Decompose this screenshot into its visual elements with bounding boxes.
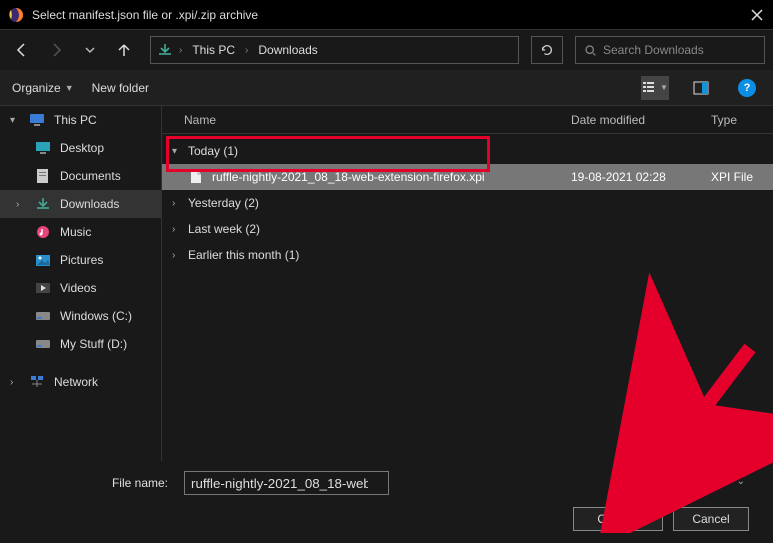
new-folder-button[interactable]: New folder [92, 81, 149, 95]
music-icon [34, 224, 52, 240]
firefox-icon [8, 7, 24, 23]
refresh-button[interactable] [531, 36, 563, 64]
chevron-right-icon: › [16, 199, 26, 210]
filename-input[interactable] [184, 471, 389, 495]
group-earlier-month[interactable]: › Earlier this month (1) [162, 242, 773, 268]
group-last-week[interactable]: › Last week (2) [162, 216, 773, 242]
chevron-down-icon: ▾ [172, 146, 182, 157]
file-row[interactable]: ruffle-nightly-2021_08_18-web-extension-… [162, 164, 773, 190]
preview-pane-button[interactable] [687, 76, 715, 100]
group-today[interactable]: ▾ Today (1) [162, 138, 773, 164]
up-button[interactable] [110, 36, 138, 64]
chevron-down-icon[interactable]: ⌄ [737, 476, 745, 487]
file-icon [186, 170, 206, 184]
sidebar-network[interactable]: › Network [0, 368, 161, 396]
sidebar-item-documents[interactable]: Documents [0, 162, 161, 190]
file-date: 19-08-2021 02:28 [571, 170, 711, 184]
sidebar-item-music[interactable]: Music [0, 218, 161, 246]
column-name[interactable]: Name [162, 113, 571, 127]
pictures-icon [34, 252, 52, 268]
group-yesterday[interactable]: › Yesterday (2) [162, 190, 773, 216]
sidebar-item-label: This PC [54, 113, 97, 127]
videos-icon [34, 280, 52, 296]
search-box[interactable] [575, 36, 765, 64]
column-headers[interactable]: Name Date modified Type [162, 106, 773, 134]
sidebar-item-label: Windows (C:) [60, 309, 132, 323]
search-icon [584, 44, 597, 57]
desktop-icon [34, 140, 52, 156]
column-type[interactable]: Type [711, 113, 773, 127]
sidebar-item-desktop[interactable]: Desktop [0, 134, 161, 162]
sidebar: ▾ This PC Desktop Documents › Downloads … [0, 106, 162, 461]
help-button[interactable]: ? [733, 76, 761, 100]
sidebar-item-label: Downloads [60, 197, 119, 211]
chevron-right-icon[interactable]: › [243, 45, 250, 56]
breadcrumb-this-pc[interactable]: This PC [188, 41, 239, 59]
chevron-right-icon: › [172, 224, 182, 235]
group-label: Last week (2) [188, 222, 260, 236]
drive-icon [34, 308, 52, 324]
this-pc-icon [28, 112, 46, 128]
group-label: Earlier this month (1) [188, 248, 299, 262]
sidebar-item-label: Documents [60, 169, 121, 183]
sidebar-item-pictures[interactable]: Pictures [0, 246, 161, 274]
breadcrumb-downloads[interactable]: Downloads [254, 41, 321, 59]
open-split-dropdown[interactable]: ▼ [627, 512, 639, 526]
chevron-right-icon: › [172, 198, 182, 209]
help-icon: ? [738, 79, 756, 97]
downloads-folder-icon [157, 42, 173, 58]
chevron-right-icon: › [172, 250, 182, 261]
back-button[interactable] [8, 36, 36, 64]
column-date[interactable]: Date modified [571, 113, 711, 127]
sidebar-item-label: Music [60, 225, 91, 239]
chevron-right-icon: › [10, 377, 20, 388]
sidebar-item-videos[interactable]: Videos [0, 274, 161, 302]
scroll-right-icon[interactable]: › [757, 445, 773, 461]
organize-menu[interactable]: Organize ▼ [12, 81, 74, 95]
cancel-label: Cancel [692, 512, 729, 526]
open-button[interactable]: Open ▼ [573, 507, 663, 531]
sidebar-item-drive-c[interactable]: Windows (C:) [0, 302, 161, 330]
filename-label: File name: [14, 476, 174, 490]
sidebar-item-label: Desktop [60, 141, 104, 155]
documents-icon [34, 168, 52, 184]
chevron-down-icon: ▾ [10, 115, 20, 126]
forward-button [42, 36, 70, 64]
sidebar-item-label: My Stuff (D:) [60, 337, 127, 351]
network-icon [28, 374, 46, 390]
search-input[interactable] [603, 43, 756, 57]
sidebar-item-label: Network [54, 375, 98, 389]
sidebar-item-drive-d[interactable]: My Stuff (D:) [0, 330, 161, 358]
downloads-icon [34, 196, 52, 212]
chevron-down-icon: ▼ [65, 83, 74, 93]
window-title: Select manifest.json file or .xpi/.zip a… [32, 8, 749, 22]
breadcrumb[interactable]: › This PC › Downloads [150, 36, 519, 64]
chevron-right-icon[interactable]: › [177, 45, 184, 56]
new-folder-label: New folder [92, 81, 149, 95]
view-options-button[interactable]: ▼ [641, 76, 669, 100]
sidebar-item-label: Videos [60, 281, 96, 295]
drive-icon [34, 336, 52, 352]
file-type: XPI File [711, 170, 773, 184]
group-label: Today (1) [188, 144, 238, 158]
sidebar-this-pc[interactable]: ▾ This PC [0, 106, 161, 134]
cancel-button[interactable]: Cancel [673, 507, 749, 531]
close-icon[interactable] [749, 7, 765, 23]
organize-label: Organize [12, 81, 61, 95]
recent-locations-button[interactable] [76, 36, 104, 64]
sidebar-item-downloads[interactable]: › Downloads [0, 190, 161, 218]
file-name: ruffle-nightly-2021_08_18-web-extension-… [206, 170, 571, 184]
group-label: Yesterday (2) [188, 196, 259, 210]
sidebar-item-label: Pictures [60, 253, 103, 267]
open-label: Open [597, 512, 626, 526]
